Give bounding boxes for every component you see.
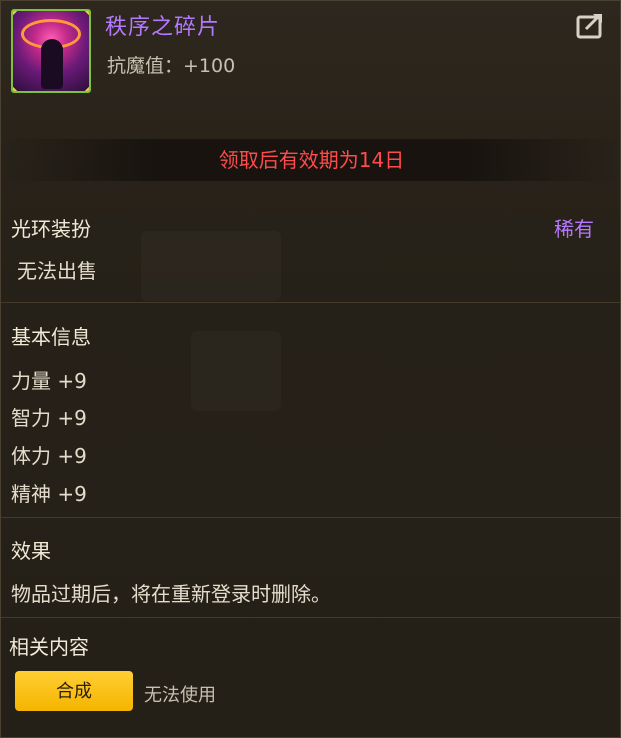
stat-strength: 力量 +9 — [11, 369, 87, 393]
tooltip-header: 秩序之碎片 抗魔值：+100 — [1, 1, 620, 121]
divider — [1, 617, 620, 618]
rarity-badge: 稀有 — [554, 217, 594, 241]
stat-intelligence: 智力 +9 — [11, 406, 87, 430]
share-button[interactable] — [576, 11, 608, 39]
basic-info-title: 基本信息 — [11, 325, 91, 349]
usage-status: 无法使用 — [144, 685, 216, 706]
expiry-notice: 领取后有效期为14日 — [1, 139, 620, 181]
item-tooltip-panel: 秩序之碎片 抗魔值：+100 领取后有效期为14日 光环装扮 稀有 无法出售 基… — [0, 0, 621, 738]
item-name: 秩序之碎片 — [105, 15, 221, 40]
synthesize-button[interactable]: 合成 — [15, 671, 133, 711]
order-shard-item-icon — [11, 9, 91, 93]
trade-status: 无法出售 — [17, 259, 97, 283]
item-stat-line: 抗魔值：+100 — [107, 55, 236, 77]
effect-title: 效果 — [11, 539, 51, 563]
divider — [1, 517, 620, 518]
stat-spirit: 精神 +9 — [11, 482, 87, 506]
stat-vitality: 体力 +9 — [11, 444, 87, 468]
effect-text: 物品过期后，将在重新登录时删除。 — [11, 582, 331, 606]
related-title: 相关内容 — [9, 635, 89, 659]
divider — [1, 302, 620, 303]
background-art — [141, 231, 281, 301]
share-export-icon — [576, 13, 602, 39]
background-art — [191, 331, 281, 411]
aura-section-title: 光环装扮 — [11, 217, 91, 241]
